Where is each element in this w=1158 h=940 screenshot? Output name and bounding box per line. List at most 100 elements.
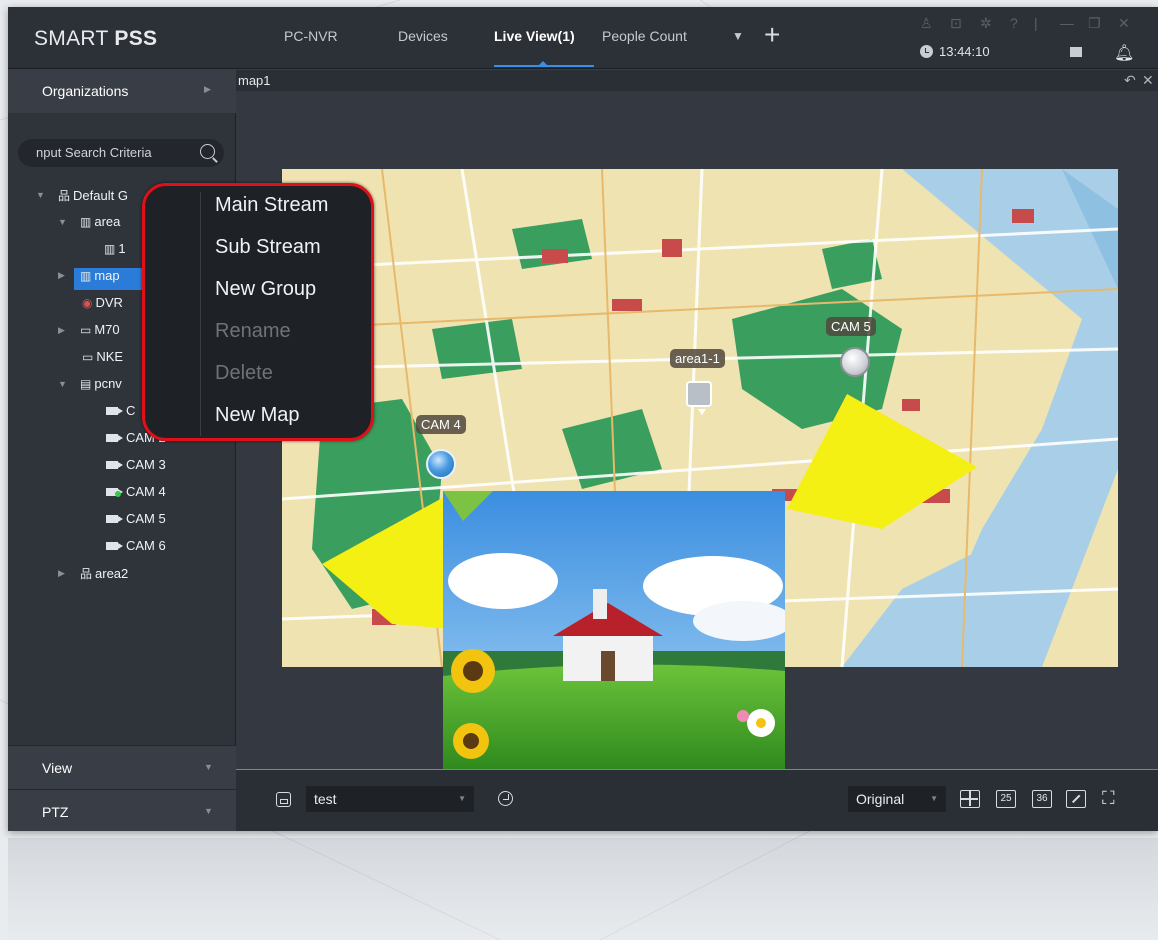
tree-item-area[interactable]: ▼ ▥ area bbox=[58, 214, 120, 236]
tree-item-map[interactable]: ▥ map bbox=[74, 268, 150, 290]
device-icon: ▭ bbox=[82, 350, 94, 364]
device-offline-icon: ◉ bbox=[82, 296, 93, 310]
chevron-down-icon: ▼ bbox=[204, 762, 213, 772]
app-logo: SMART PSS bbox=[34, 27, 158, 50]
cam4-map-marker[interactable] bbox=[426, 449, 456, 479]
map-icon: ▥ bbox=[80, 269, 92, 283]
organizations-label: Organizations bbox=[42, 83, 129, 99]
tree-item-label: DVR bbox=[95, 295, 123, 310]
menu-item-sub-stream[interactable]: Sub Stream bbox=[215, 236, 321, 259]
chevron-down-icon[interactable]: ▼ bbox=[58, 379, 67, 389]
view-select[interactable]: test ▼ bbox=[306, 786, 474, 812]
search-icon[interactable] bbox=[200, 144, 215, 159]
map-icon: ▥ bbox=[104, 242, 116, 256]
save-icon[interactable] bbox=[276, 792, 291, 807]
tree-item-nke[interactable]: ▭ NKE bbox=[82, 349, 123, 371]
edit-icon[interactable] bbox=[1066, 790, 1086, 808]
nvr-device-icon: ▭ bbox=[80, 323, 92, 337]
map-view-area: map1 ↶ ✕ CAM 5 area1-1 CAM 4 bbox=[236, 69, 1158, 769]
scale-select-value: Original bbox=[856, 791, 905, 807]
tree-item-pcnvr[interactable]: ▼ ▤ pcnv bbox=[58, 376, 122, 398]
layout-25-button[interactable]: 25 bbox=[996, 790, 1016, 808]
menu-separator bbox=[200, 192, 201, 436]
chevron-down-icon[interactable]: ▼ bbox=[36, 190, 45, 200]
restore-icon[interactable]: ❐ bbox=[1088, 15, 1101, 32]
area1-1-map-label: area1-1 bbox=[670, 349, 725, 368]
tab-live-view[interactable]: Live View(1) bbox=[494, 28, 575, 44]
close-window-icon[interactable]: ✕ bbox=[1118, 15, 1130, 32]
camera-icon bbox=[106, 461, 123, 469]
cam4-video-preview[interactable] bbox=[443, 491, 785, 769]
lock-icon[interactable]: ⊡ bbox=[950, 15, 962, 32]
tree-item-label: Default G bbox=[73, 188, 128, 203]
window-reflection bbox=[8, 838, 1158, 940]
scale-select[interactable]: Original ▼ bbox=[848, 786, 946, 812]
ptz-panel-header[interactable]: PTZ ▼ bbox=[8, 789, 236, 831]
tree-item-cam-5[interactable]: CAM 5 bbox=[106, 511, 166, 533]
layout-36-button[interactable]: 36 bbox=[1032, 790, 1052, 808]
video-frame bbox=[443, 491, 785, 769]
menu-item-new-map[interactable]: New Map bbox=[215, 404, 299, 427]
clock-icon bbox=[920, 45, 933, 58]
view-panel-header[interactable]: View ▼ bbox=[8, 745, 236, 789]
tree-item-label: M70 bbox=[94, 322, 120, 337]
camera-icon bbox=[106, 434, 123, 442]
view-control-bar: test ▼ Original ▼ 25 36 ⛶ bbox=[236, 769, 1158, 831]
divider: | bbox=[1034, 15, 1038, 31]
refresh-icon[interactable] bbox=[498, 791, 513, 806]
fullscreen-icon[interactable]: ⛶ bbox=[1102, 788, 1115, 809]
tree-item-sub-map[interactable]: ▥ 1 bbox=[104, 241, 126, 263]
tree-item-cam-6[interactable]: CAM 6 bbox=[106, 538, 166, 560]
chevron-down-icon[interactable]: ▼ bbox=[58, 217, 67, 227]
context-menu: Main Stream Sub Stream New Group Rename … bbox=[142, 183, 374, 441]
hardware-status-icon[interactable] bbox=[1070, 47, 1082, 57]
camera-icon bbox=[106, 542, 123, 550]
tree-item-default-group[interactable]: ▼ 品 Default G bbox=[36, 187, 128, 209]
tree-item-m70[interactable]: ▶ ▭ M70 bbox=[58, 322, 120, 344]
tab-devices[interactable]: Devices bbox=[398, 28, 448, 44]
reflection-gradient bbox=[8, 838, 1158, 940]
tree-item-label: map bbox=[94, 268, 120, 283]
chevron-down-icon: ▼ bbox=[930, 794, 938, 803]
chevron-right-icon: ▶ bbox=[204, 84, 211, 94]
organizations-header[interactable]: Organizations ▶ bbox=[8, 69, 236, 113]
view-label: View bbox=[42, 760, 73, 776]
menu-item-main-stream[interactable]: Main Stream bbox=[215, 194, 328, 217]
tree-item-cam-4[interactable]: CAM 4 bbox=[106, 484, 166, 506]
map-title: map1 bbox=[238, 73, 271, 88]
tree-item-label: area2 bbox=[95, 566, 129, 581]
tree-item-label: CAM 4 bbox=[126, 484, 166, 499]
close-map-icon[interactable]: ✕ bbox=[1142, 72, 1154, 89]
layout-4-icon[interactable] bbox=[960, 790, 980, 808]
area1-1-map-marker[interactable] bbox=[686, 381, 712, 415]
tree-item-area2[interactable]: ▶ 品 area2 bbox=[58, 565, 128, 587]
tree-item-label: CAM 5 bbox=[126, 511, 166, 526]
chevron-right-icon[interactable]: ▶ bbox=[58, 270, 65, 292]
tree-item-dvr[interactable]: ◉ DVR bbox=[82, 295, 123, 317]
help-icon[interactable]: ? bbox=[1010, 15, 1018, 31]
tab-people-count[interactable]: People Count bbox=[602, 28, 687, 44]
search-input[interactable]: nput Search Criteria bbox=[18, 139, 224, 167]
camera-icon bbox=[106, 515, 123, 523]
chevron-right-icon[interactable]: ▶ bbox=[58, 568, 65, 579]
tree-item-cam-3[interactable]: CAM 3 bbox=[106, 457, 166, 479]
tree-item-label: NKE bbox=[96, 349, 124, 364]
tree-item-cam-1[interactable]: C bbox=[106, 403, 135, 425]
menu-item-new-group[interactable]: New Group bbox=[215, 278, 316, 301]
org-tree-icon: 品 bbox=[80, 567, 93, 581]
add-tab-icon[interactable]: + bbox=[764, 21, 780, 49]
user-icon[interactable]: ♙ bbox=[920, 15, 933, 32]
notification-bell-icon[interactable]: 🔔︎ bbox=[1114, 43, 1134, 63]
tree-item-label: CAM 3 bbox=[126, 457, 166, 472]
clock: 13:44:10 bbox=[920, 44, 990, 59]
tab-pc-nvr[interactable]: PC-NVR bbox=[284, 28, 338, 44]
settings-icon[interactable]: ✲ bbox=[980, 15, 992, 32]
tabs-dropdown-icon[interactable]: ▼ bbox=[732, 29, 744, 43]
cam5-map-marker[interactable] bbox=[840, 347, 870, 377]
minimize-icon[interactable]: — bbox=[1060, 15, 1074, 31]
back-icon[interactable]: ↶ bbox=[1124, 72, 1136, 89]
chevron-down-icon: ▼ bbox=[204, 806, 213, 816]
org-tree-icon: 品 bbox=[58, 189, 71, 203]
search-placeholder: nput Search Criteria bbox=[36, 145, 152, 160]
chevron-right-icon[interactable]: ▶ bbox=[58, 325, 65, 336]
